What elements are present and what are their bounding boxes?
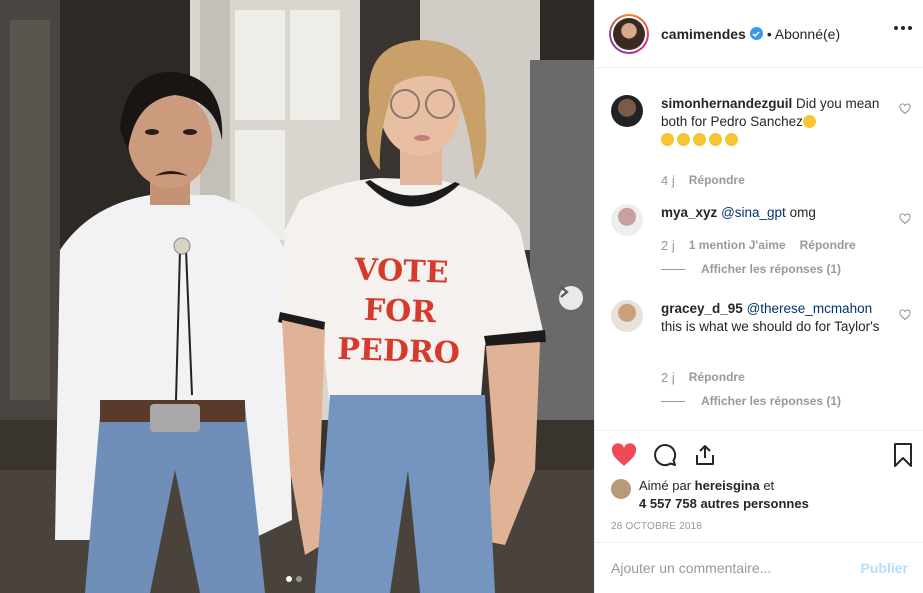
comment-bubble-icon[interactable]	[653, 443, 677, 467]
comment-time[interactable]: 2 j	[661, 238, 675, 253]
comment-likes-count[interactable]: 1 mention J'aime	[689, 238, 786, 253]
comment-body: simonhernandezguil Did you mean both for…	[661, 95, 883, 149]
comment-like-icon[interactable]	[899, 213, 911, 225]
post-date[interactable]: 28 OCTOBRE 2018	[611, 521, 702, 532]
comment-text: this is what we should do for Taylor's	[661, 319, 880, 334]
carousel-next-button[interactable]	[559, 286, 583, 310]
follow-status-button[interactable]: Abonné(e)	[775, 26, 840, 42]
comment-meta: 2 j Répondre	[661, 370, 745, 385]
grinning-emoji-icon	[677, 133, 690, 146]
comment-username[interactable]: mya_xyz	[661, 205, 717, 220]
action-icons	[611, 443, 717, 467]
comment-time[interactable]: 2 j	[661, 370, 675, 385]
add-comment-bar: Publier	[595, 542, 923, 593]
publish-button[interactable]: Publier	[861, 560, 908, 576]
bookmark-save-icon[interactable]	[892, 443, 914, 467]
verified-badge-icon	[749, 27, 763, 40]
comment-like-icon[interactable]	[899, 309, 911, 321]
reply-button[interactable]: Répondre	[689, 370, 745, 385]
likes-text: Aimé par hereisgina et 4 557 758 autres …	[639, 477, 809, 513]
view-replies-button[interactable]: Afficher les réponses (1)	[661, 262, 841, 276]
comment-username[interactable]: gracey_d_95	[661, 301, 743, 316]
reply-button[interactable]: Répondre	[689, 173, 745, 188]
more-options-icon[interactable]	[894, 26, 912, 30]
grinning-emoji-icon	[661, 133, 674, 146]
chevron-right-icon	[560, 286, 569, 298]
shirt-line-1: VOTE	[353, 252, 450, 291]
author-avatar[interactable]	[609, 13, 649, 54]
header-separator: •	[766, 25, 772, 42]
shirt-line-2: FOR	[363, 292, 437, 331]
comment-body: gracey_d_95 @therese_mcmahon this is wha…	[661, 300, 883, 336]
replies-divider	[661, 268, 685, 270]
post-side-panel: camimendes • Abonné(e) simonhernandezgui…	[594, 0, 923, 593]
post-actions: Aimé par hereisgina et 4 557 758 autres …	[595, 430, 923, 542]
post-photo[interactable]: VOTE FOR PEDRO	[0, 0, 594, 593]
comment-username[interactable]: simonhernandezguil	[661, 96, 792, 111]
shirt-print: VOTE FOR PEDRO	[328, 250, 472, 375]
instagram-post-modal: VOTE FOR PEDRO camimendes • Abonné(e) si…	[0, 0, 923, 593]
like-heart-icon[interactable]	[611, 443, 637, 467]
comment-mention[interactable]: @therese_mcmahon	[747, 301, 873, 316]
replies-divider	[661, 400, 685, 402]
grinning-emoji-icon	[693, 133, 706, 146]
likes-conjunction: et	[763, 478, 775, 493]
comment-body: mya_xyz @sina_gpt omg	[661, 204, 883, 222]
liker-username[interactable]: hereisgina	[695, 478, 760, 493]
carousel-dot-active[interactable]	[286, 576, 292, 582]
view-replies-label: Afficher les réponses (1)	[701, 394, 842, 408]
comment-input[interactable]	[611, 560, 861, 576]
photo-illustration	[0, 0, 594, 593]
likes-prefix: Aimé par	[639, 478, 692, 493]
comment-avatar[interactable]	[611, 95, 643, 127]
comment-mention[interactable]: @sina_gpt	[721, 205, 786, 220]
post-header: camimendes • Abonné(e)	[595, 0, 923, 68]
grinning-emoji-icon	[709, 133, 722, 146]
carousel-dot[interactable]	[296, 576, 302, 582]
comment-avatar[interactable]	[611, 204, 643, 236]
shirt-line-3: PEDRO	[336, 331, 461, 372]
comment-avatar[interactable]	[611, 300, 643, 332]
grinning-emoji-icon	[725, 133, 738, 146]
comment-meta: 4 j Répondre	[661, 173, 745, 188]
comment-like-icon[interactable]	[899, 103, 911, 115]
comment-time[interactable]: 4 j	[661, 173, 675, 188]
comment-meta: 2 j 1 mention J'aime Répondre	[661, 238, 856, 253]
share-icon[interactable]	[693, 443, 717, 467]
likes-count-link[interactable]: 4 557 758 autres personnes	[639, 496, 809, 511]
reply-button[interactable]: Répondre	[800, 238, 856, 253]
author-username[interactable]: camimendes	[661, 26, 746, 42]
view-replies-label: Afficher les réponses (1)	[701, 262, 842, 276]
grinning-emoji-icon	[802, 115, 816, 128]
likes-summary: Aimé par hereisgina et 4 557 758 autres …	[611, 477, 809, 513]
comments-list[interactable]: simonhernandezguil Did you mean both for…	[595, 69, 923, 429]
liker-avatar[interactable]	[611, 479, 631, 499]
carousel-dots	[286, 576, 302, 582]
view-replies-button[interactable]: Afficher les réponses (1)	[661, 394, 841, 408]
comment-text: omg	[789, 205, 816, 220]
